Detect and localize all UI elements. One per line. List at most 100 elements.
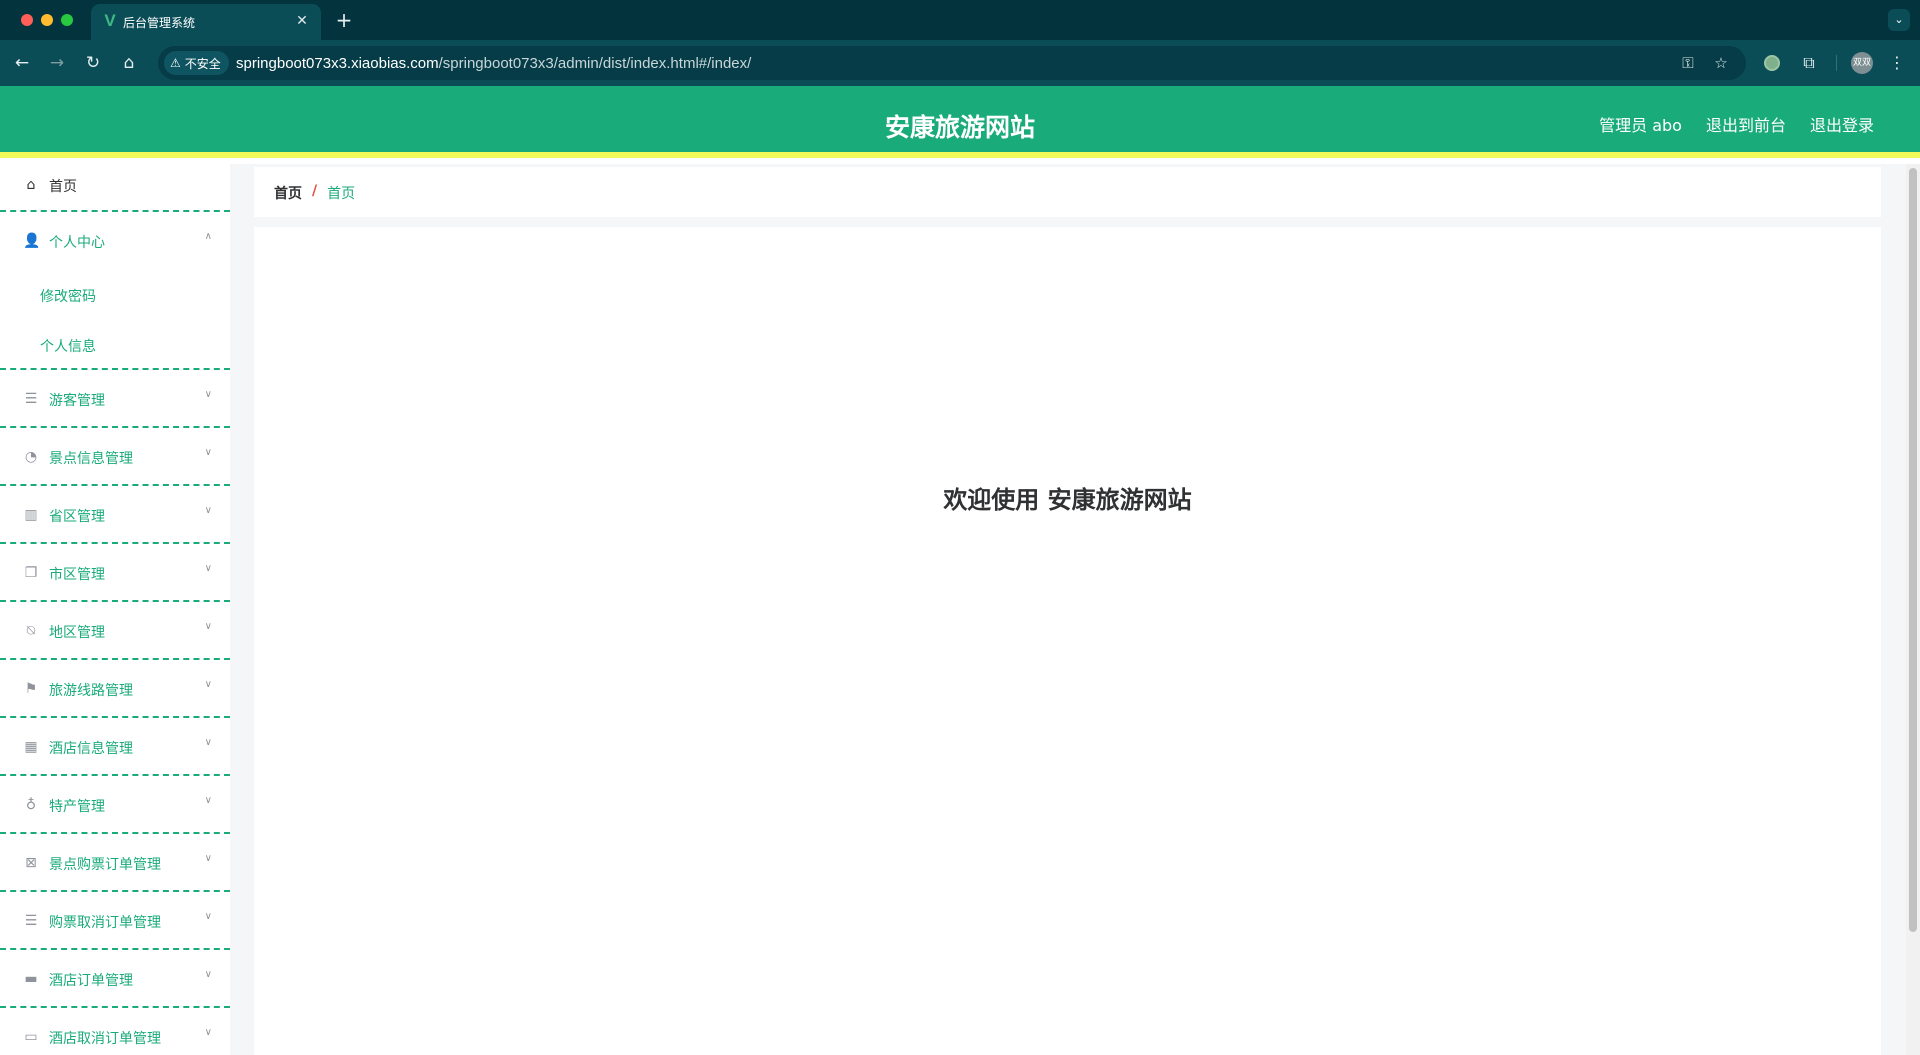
app-header: 安康旅游网站 管理员 abo 退出到前台 退出登录 bbox=[0, 86, 1920, 158]
more-menu-icon[interactable]: ⋮ bbox=[1885, 51, 1909, 75]
logout-link[interactable]: 退出登录 bbox=[1810, 112, 1874, 136]
submenu-item-personal-info[interactable]: 个人信息 bbox=[0, 320, 228, 370]
sidebar-item-home[interactable]: ⌂ 首页 bbox=[0, 164, 230, 212]
library-icon: ▥ bbox=[24, 507, 38, 523]
browser-tab[interactable]: V 后台管理系统 ✕ bbox=[91, 4, 321, 40]
bell-off-icon: ⍉ bbox=[26, 623, 36, 639]
home-icon: ⌂ bbox=[26, 177, 36, 193]
grid-icon: ▦ bbox=[24, 739, 38, 755]
exit-to-front-link[interactable]: 退出到前台 bbox=[1706, 112, 1786, 136]
sidebar-item-city[interactable]: ❐ 市区管理 ∨ bbox=[0, 544, 230, 602]
maximize-window-button[interactable] bbox=[61, 14, 73, 26]
chevron-down-icon: ∨ bbox=[204, 389, 212, 400]
url-text: springboot073x3.xiaobias.com/springboot0… bbox=[236, 55, 751, 72]
delete-box-icon: ⊠ bbox=[25, 855, 37, 871]
reload-icon[interactable]: ↻ bbox=[81, 51, 105, 75]
new-tab-button[interactable]: + bbox=[333, 9, 355, 31]
sidebar-item-label: 首页 bbox=[49, 179, 77, 195]
sidebar-item-label: 地区管理 bbox=[49, 625, 105, 641]
sidebar-item-label: 省区管理 bbox=[49, 509, 105, 525]
scrollbar-thumb[interactable] bbox=[1909, 168, 1917, 932]
sidebar-item-label: 特产管理 bbox=[49, 799, 105, 815]
sidebar-item-personal-center[interactable]: 👤 个人中心 ∧ 修改密码 个人信息 bbox=[0, 212, 230, 370]
minimize-window-button[interactable] bbox=[41, 14, 53, 26]
browser-toolbar: ← → ↻ ⌂ ⚠ 不安全 springboot073x3.xiaobias.c… bbox=[0, 40, 1920, 86]
chevron-down-icon: ∨ bbox=[204, 679, 212, 690]
url-path: /springboot073x3/admin/dist/index.html#/… bbox=[438, 55, 752, 72]
list-icon: ☰ bbox=[24, 913, 38, 929]
submenu-item-change-password[interactable]: 修改密码 bbox=[0, 270, 228, 320]
key-icon[interactable]: ⚿ bbox=[1678, 53, 1698, 73]
dashboard-icon: ◔ bbox=[24, 449, 38, 465]
chevron-down-icon: ∨ bbox=[204, 911, 212, 922]
chevron-down-icon: ∨ bbox=[204, 621, 212, 632]
breadcrumb-separator: / bbox=[312, 183, 318, 199]
chevron-down-icon: ∨ bbox=[204, 795, 212, 806]
user-icon: 👤 bbox=[23, 233, 41, 249]
profile-avatar[interactable]: 双双 bbox=[1851, 52, 1873, 74]
sidebar-menu: ⌂ 首页 👤 个人中心 ∧ 修改密码 个人信息 ☰ 游客管理 ∨ ◔ 景点信息管… bbox=[0, 164, 230, 1055]
close-window-button[interactable] bbox=[21, 14, 33, 26]
sidebar-item-label: 市区管理 bbox=[49, 567, 105, 583]
sidebar-item-label: 个人中心 bbox=[49, 235, 105, 251]
chevron-down-icon: ∨ bbox=[204, 737, 212, 748]
submenu: 修改密码 个人信息 bbox=[0, 270, 228, 370]
chevron-down-icon: ∨ bbox=[204, 969, 212, 980]
monitor-icon: ▬ bbox=[24, 971, 38, 987]
welcome-text: 欢迎使用 安康旅游网站 bbox=[943, 486, 1192, 514]
tab-title: 后台管理系统 bbox=[123, 16, 196, 30]
breadcrumb-bar: 首页 / 首页 bbox=[254, 167, 1881, 217]
sidebar-item-hotel[interactable]: ▦ 酒店信息管理 ∨ bbox=[0, 718, 230, 776]
chevron-down-icon: ∨ bbox=[204, 1027, 212, 1038]
home-browser-icon[interactable]: ⌂ bbox=[117, 51, 141, 75]
breadcrumb: 首页 / 首页 bbox=[274, 183, 355, 203]
browser-tab-bar: V 后台管理系统 ✕ + ⌄ bbox=[0, 0, 1920, 40]
toolbar-divider bbox=[1836, 55, 1837, 71]
sidebar-item-hotel-cancel[interactable]: ▭ 酒店取消订单管理 ∨ bbox=[0, 1008, 230, 1055]
sidebar-item-label: 旅游线路管理 bbox=[49, 683, 133, 699]
sidebar-item-label: 购票取消订单管理 bbox=[49, 915, 161, 931]
extension-icon[interactable] bbox=[1764, 55, 1780, 71]
security-chip[interactable]: ⚠ 不安全 bbox=[164, 51, 229, 75]
bookmark-star-icon[interactable]: ☆ bbox=[1711, 53, 1731, 73]
printer-icon: ▭ bbox=[24, 1029, 38, 1045]
flag-icon: ⚑ bbox=[24, 681, 38, 697]
sidebar-item-route[interactable]: ⚑ 旅游线路管理 ∨ bbox=[0, 660, 230, 718]
url-host: springboot073x3.xiaobias.com bbox=[236, 55, 439, 72]
forward-icon[interactable]: → bbox=[45, 51, 69, 75]
sidebar-item-label: 景点购票订单管理 bbox=[49, 857, 161, 873]
sidebar-item-visitor[interactable]: ☰ 游客管理 ∨ bbox=[0, 370, 230, 428]
sidebar-item-specialty[interactable]: ♁ 特产管理 ∨ bbox=[0, 776, 230, 834]
breadcrumb-root[interactable]: 首页 bbox=[274, 183, 302, 203]
chevron-up-icon: ∧ bbox=[204, 231, 212, 242]
sidebar-item-ticket-order[interactable]: ⊠ 景点购票订单管理 ∨ bbox=[0, 834, 230, 892]
microphone-icon: ♁ bbox=[25, 797, 37, 813]
sidebar-item-label: 游客管理 bbox=[49, 393, 105, 409]
sidebar-item-label: 酒店信息管理 bbox=[49, 741, 133, 757]
submenu-item-label: 修改密码 bbox=[40, 289, 96, 305]
tab-search-icon[interactable]: ⌄ bbox=[1888, 9, 1910, 31]
copy-icon: ❐ bbox=[24, 565, 38, 581]
sidebar-item-scenic[interactable]: ◔ 景点信息管理 ∨ bbox=[0, 428, 230, 486]
sidebar-item-hotel-order[interactable]: ▬ 酒店订单管理 ∨ bbox=[0, 950, 230, 1008]
sidebar-item-ticket-cancel[interactable]: ☰ 购票取消订单管理 ∨ bbox=[0, 892, 230, 950]
breadcrumb-current: 首页 bbox=[327, 186, 356, 202]
sidebar-item-label: 景点信息管理 bbox=[49, 451, 133, 467]
security-label: 不安全 bbox=[184, 56, 221, 71]
header-actions: 管理员 abo 退出到前台 退出登录 bbox=[1599, 112, 1874, 136]
chevron-down-icon: ∨ bbox=[204, 505, 212, 516]
chevron-down-icon: ∨ bbox=[204, 853, 212, 864]
warning-icon: ⚠ bbox=[170, 56, 181, 70]
list-icon: ☰ bbox=[24, 391, 38, 407]
tab-close-icon[interactable]: ✕ bbox=[293, 12, 311, 30]
chevron-down-icon: ∨ bbox=[204, 447, 212, 458]
main-content: 欢迎使用 安康旅游网站 bbox=[254, 227, 1881, 1055]
admin-label: 管理员 abo bbox=[1599, 116, 1682, 135]
address-bar[interactable]: ⚠ 不安全 springboot073x3.xiaobias.com/sprin… bbox=[158, 46, 1746, 80]
chevron-down-icon: ∨ bbox=[204, 563, 212, 574]
back-icon[interactable]: ← bbox=[10, 51, 34, 75]
sidebar-item-region[interactable]: ⍉ 地区管理 ∨ bbox=[0, 602, 230, 660]
sidebar-item-province[interactable]: ▥ 省区管理 ∨ bbox=[0, 486, 230, 544]
extensions-puzzle-icon[interactable]: ⧉ bbox=[1797, 51, 1821, 75]
sidebar-item-label: 酒店取消订单管理 bbox=[49, 1031, 161, 1047]
